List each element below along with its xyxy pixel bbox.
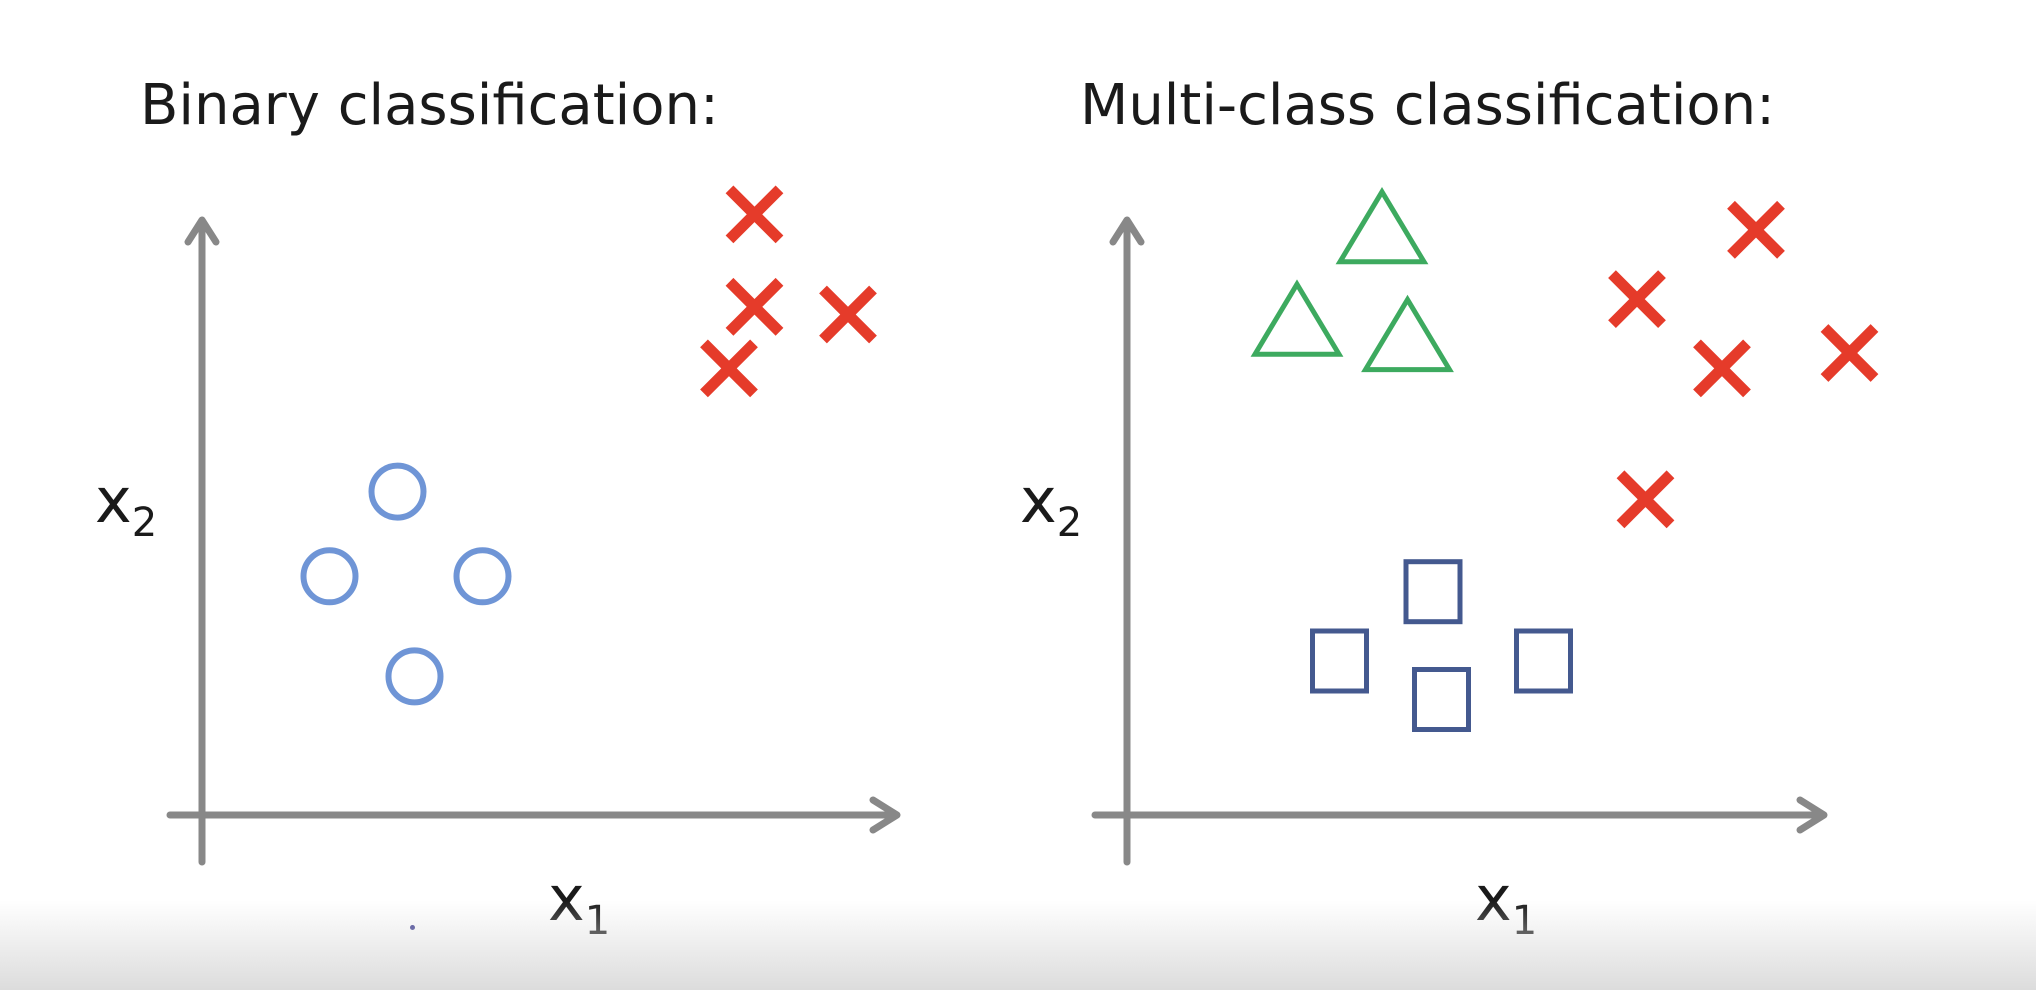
triangle-marker-2 [1250, 279, 1344, 357]
circle-marker-3 [453, 547, 512, 606]
cross-marker-4 [700, 339, 758, 398]
square-marker-3 [1514, 628, 1573, 694]
cross-marker-1 [1727, 200, 1785, 259]
right-y-axis-label-subscript: 2 [1056, 500, 1083, 546]
cross-marker-2 [725, 277, 784, 336]
left-axes [166, 216, 901, 866]
binary-markers [300, 185, 877, 706]
circle-marker-2 [300, 547, 359, 606]
bottom-shadow [0, 900, 2036, 990]
square-marker-1 [1403, 559, 1463, 625]
multi-class-markers [1250, 186, 1879, 732]
square-marker-4 [1412, 667, 1471, 732]
circle-marker-1 [368, 462, 427, 521]
square-marker-2 [1310, 628, 1369, 694]
circle-marker-4 [385, 647, 444, 706]
triangle-marker-3 [1361, 294, 1454, 373]
left-y-axis-label-subscript: 2 [131, 500, 158, 546]
triangle-marker-1 [1335, 186, 1429, 265]
cross-marker-5 [1616, 470, 1675, 529]
cross-marker-3 [1693, 339, 1751, 398]
right-axes [1091, 216, 1828, 866]
right-y-axis-label: x2 [1020, 470, 1083, 546]
right-y-axis-label-main: x [1020, 464, 1057, 537]
cross-marker-3 [819, 285, 877, 344]
cross-marker-2 [1608, 270, 1666, 328]
left-y-axis-label-main: x [95, 464, 132, 537]
cross-marker-1 [725, 185, 784, 244]
left-y-axis-label: x2 [95, 470, 158, 546]
cross-marker-4 [1820, 324, 1879, 382]
slide: Binary classification: Multi-class class… [0, 0, 2036, 990]
classification-plots [166, 185, 1879, 866]
